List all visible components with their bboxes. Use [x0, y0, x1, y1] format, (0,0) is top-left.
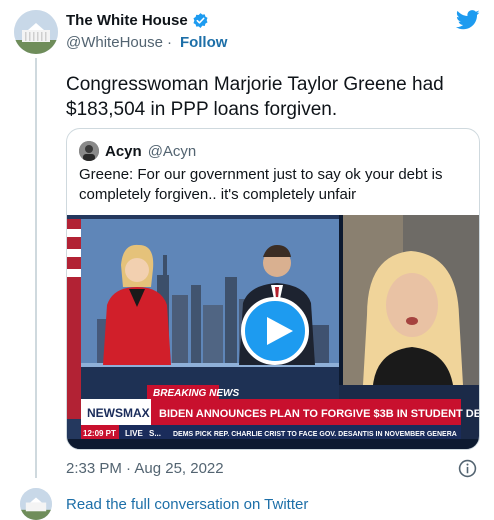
headline-text: BIDEN ANNOUNCES PLAN TO FORGIVE $3B IN S… [159, 408, 480, 420]
thread-line [35, 58, 37, 478]
quoted-handle: @Acyn [147, 142, 197, 160]
quoted-tweet-card[interactable]: Acyn @Acyn Greene: For our government ju… [66, 128, 480, 450]
ticker-time: 12:09 PT [83, 429, 116, 438]
footer-avatar[interactable] [20, 488, 52, 520]
tweet-timestamp[interactable]: 2:33 PM · Aug 25, 2022 [66, 460, 224, 477]
follow-button[interactable]: Follow [180, 34, 228, 51]
play-icon [267, 317, 293, 345]
handle-row: @WhiteHouse · Follow [66, 34, 227, 51]
acyn-avatar-icon [79, 141, 99, 161]
twitter-bird-icon[interactable] [456, 10, 480, 30]
quoted-avatar [79, 141, 99, 161]
tweet-text: Congresswoman Marjorie Taylor Greene had… [66, 74, 444, 120]
ticker-text: DEMS PICK REP. CHARLIE CRIST TO FACE GOV… [173, 431, 457, 438]
verified-badge-icon [193, 13, 208, 28]
info-icon[interactable] [458, 459, 477, 478]
whitehouse-avatar-icon [20, 488, 52, 520]
live-label: LIVE [125, 429, 143, 438]
read-conversation-link[interactable]: Read the full conversation on Twitter [66, 496, 308, 513]
name-row: The White House [66, 12, 209, 29]
separator-dot: · [166, 34, 172, 51]
quoted-text: Greene: For our government just to say o… [79, 166, 443, 203]
video-player[interactable]: BREAKING NEWS NEWSMAX BIDEN ANNOUNCES PL… [67, 215, 480, 449]
quoted-tweet-header: Acyn @Acyn [79, 141, 196, 161]
network-logo: NEWSMAX [87, 406, 150, 420]
play-button[interactable] [241, 297, 309, 365]
whitehouse-avatar-icon [14, 10, 58, 54]
ticker-left: S... [149, 429, 161, 438]
avatar[interactable] [14, 10, 58, 54]
handle[interactable]: @WhiteHouse [66, 34, 163, 51]
display-name[interactable]: The White House [66, 12, 188, 29]
breaking-news-label: BREAKING NEWS [153, 388, 239, 399]
quoted-name: Acyn [105, 142, 142, 160]
